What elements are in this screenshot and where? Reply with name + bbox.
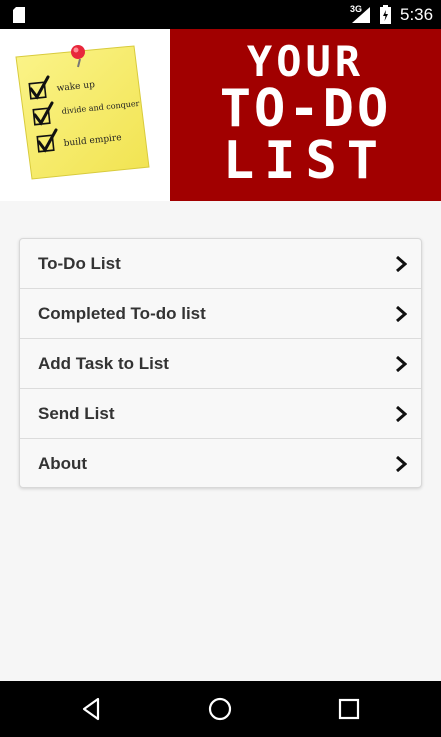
recents-icon[interactable] xyxy=(335,695,363,723)
menu-item-label: About xyxy=(38,454,88,473)
chevron-right-icon xyxy=(396,256,407,272)
menu-item-about[interactable]: About xyxy=(20,439,421,489)
header-banner: wake up divide and conquer build empire … xyxy=(0,29,441,201)
chevron-right-icon xyxy=(396,406,407,422)
sticky-note-image: wake up divide and conquer build empire xyxy=(0,29,170,201)
sd-card-icon xyxy=(13,7,25,23)
clock: 5:36 xyxy=(400,5,434,24)
title-line-2: TO-DO xyxy=(219,79,392,139)
menu-item-add-task[interactable]: Add Task to List xyxy=(20,339,421,389)
back-icon[interactable] xyxy=(78,695,106,723)
menu-item-label: Send List xyxy=(38,403,115,423)
sticky-note-illustration: wake up divide and conquer build empire xyxy=(15,45,150,180)
menu-item-label: Completed To-do list xyxy=(38,303,206,323)
menu-item-label: Add Task to List xyxy=(38,353,169,373)
signal-icon xyxy=(352,7,370,23)
chevron-right-icon xyxy=(396,306,407,322)
menu-item-todo-list[interactable]: To-Do List xyxy=(20,239,421,289)
status-bar: 3G 5:36 xyxy=(0,0,441,29)
title-line-3: LIST xyxy=(222,131,389,191)
menu-item-completed-list[interactable]: Completed To-do list xyxy=(20,289,421,339)
chevron-right-icon xyxy=(396,456,407,472)
chevron-right-icon xyxy=(396,356,407,372)
menu-list: To-Do List Completed To-do list Add Task… xyxy=(19,238,422,488)
menu-item-send-list[interactable]: Send List xyxy=(20,389,421,439)
home-icon[interactable] xyxy=(206,695,234,723)
navigation-bar xyxy=(0,681,441,737)
menu-item-label: To-Do List xyxy=(38,253,121,273)
battery-charging-icon xyxy=(380,5,391,24)
title-panel: YOUR TO-DO LIST xyxy=(170,29,441,201)
